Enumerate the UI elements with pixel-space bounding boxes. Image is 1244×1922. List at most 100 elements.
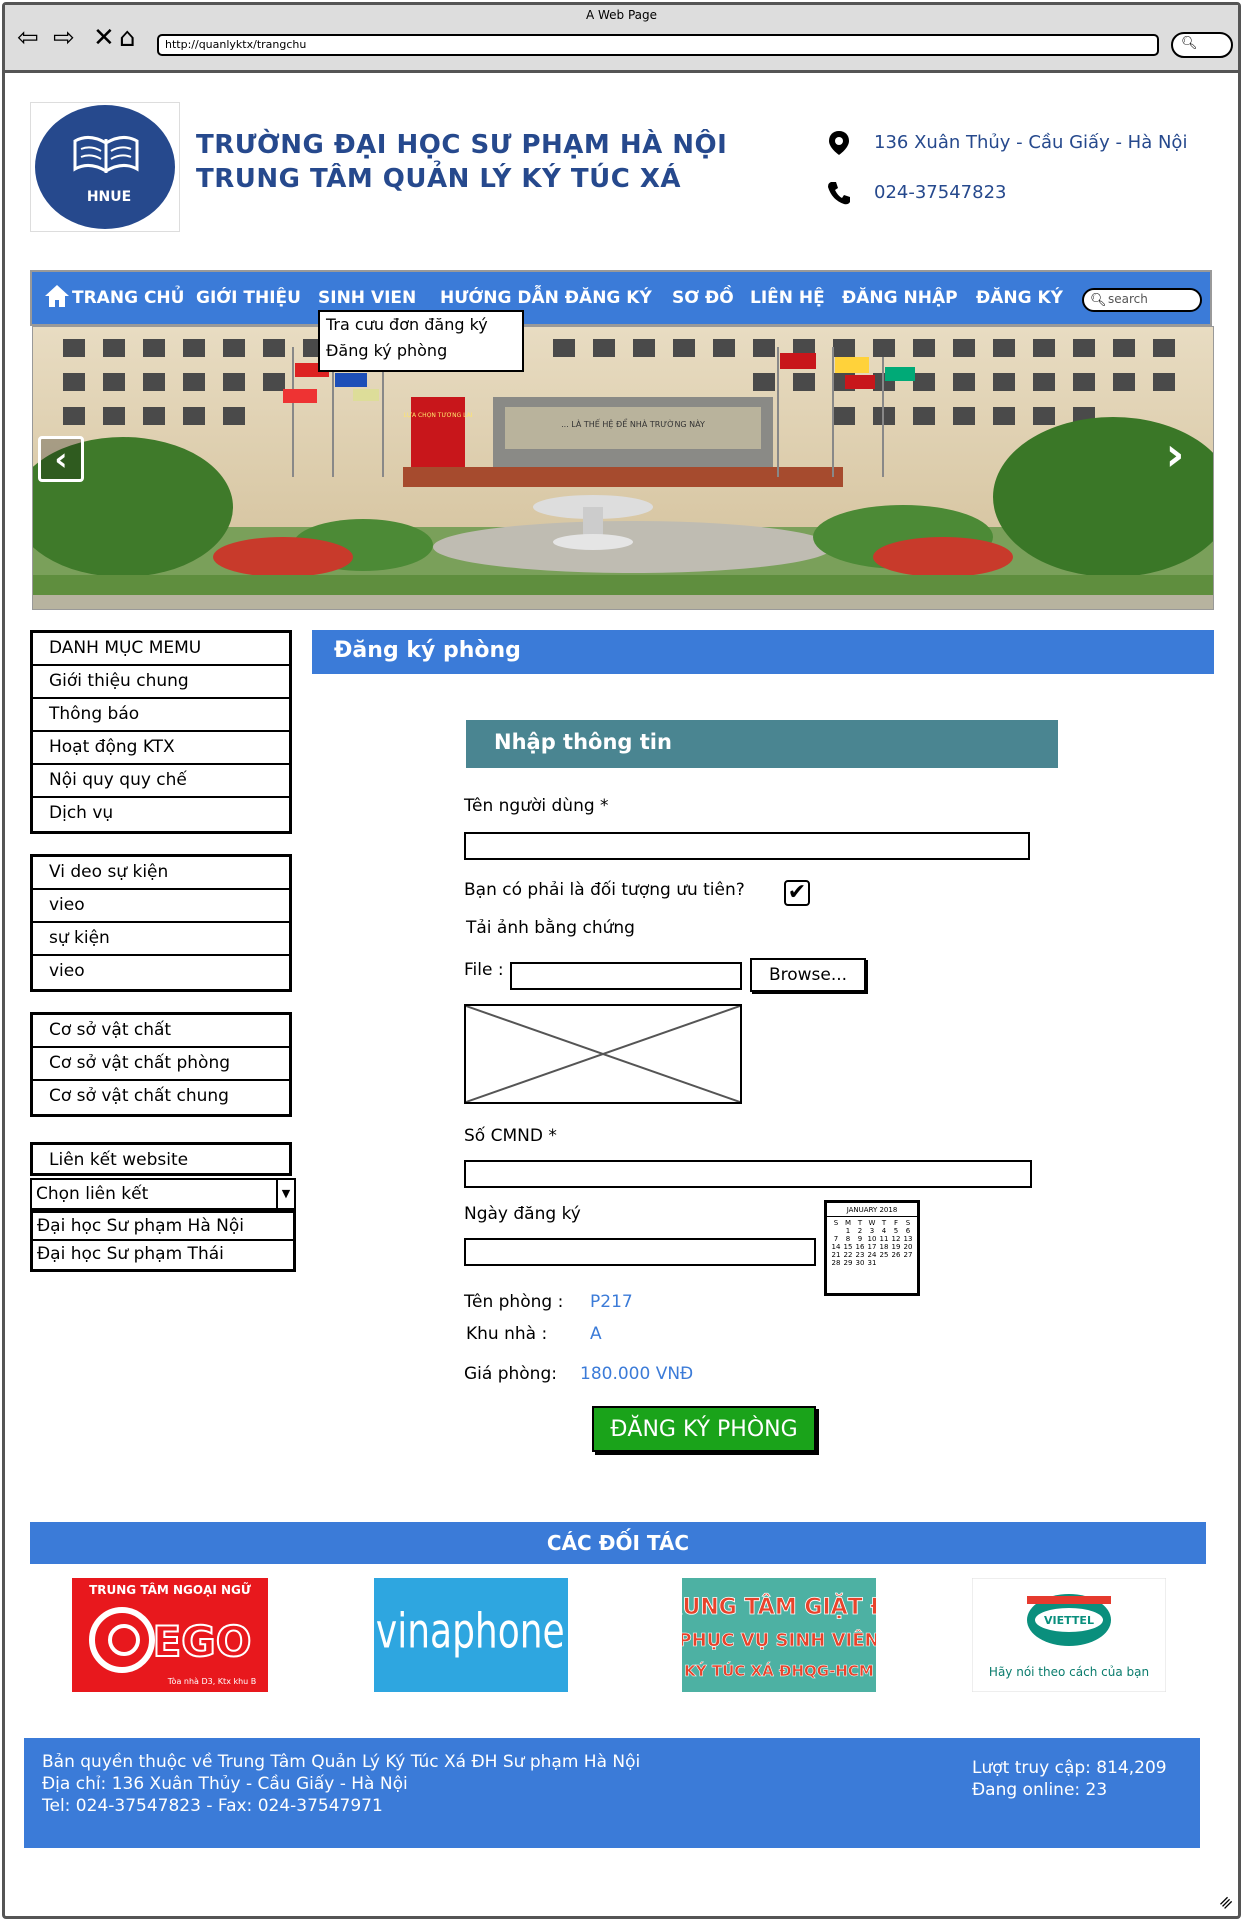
calendar-date[interactable]: 4 xyxy=(878,1227,890,1235)
browser-search[interactable]: 🔍︎ xyxy=(1171,32,1233,58)
forward-icon[interactable]: ⇨ xyxy=(53,25,75,51)
viettel-name: VIETTEL xyxy=(1044,1614,1094,1627)
partner-laundry[interactable]: TRUNG TÂM GIẶT ĐỒ PHỤC VỤ SINH VIÊN KÝ T… xyxy=(682,1578,876,1692)
footer-online: Đang online: 23 xyxy=(972,1780,1108,1800)
calendar-weekday: W xyxy=(868,1219,876,1227)
cmnd-input[interactable] xyxy=(464,1160,1032,1188)
menu-item-hoat-dong[interactable]: Hoạt động KTX xyxy=(33,732,289,765)
center-name: TRUNG TÂM QUẢN LÝ KÝ TÚC XÁ xyxy=(196,164,682,194)
calendar-date[interactable]: 25 xyxy=(878,1251,890,1259)
calendar-date[interactable]: 26 xyxy=(890,1251,902,1259)
calendar-date[interactable]: 6 xyxy=(902,1227,914,1235)
laundry-line-2: PHỤC VỤ SINH VIÊN xyxy=(682,1629,876,1651)
nav-dang-nhap[interactable]: ĐĂNG NHẬP xyxy=(842,288,958,308)
home-nav-icon[interactable] xyxy=(44,284,70,308)
calendar-date[interactable]: 10 xyxy=(866,1235,878,1243)
link-select-value: Chọn liên kết xyxy=(36,1184,149,1204)
nav-trang-chu[interactable]: TRANG CHỦ xyxy=(72,288,184,308)
date-input[interactable] xyxy=(464,1238,816,1266)
menu-facility-common[interactable]: Cơ sở vật chất chung xyxy=(33,1081,289,1114)
calendar-date[interactable]: 27 xyxy=(902,1251,914,1259)
calendar-date[interactable]: 8 xyxy=(842,1235,854,1243)
image-placeholder-icon xyxy=(465,1005,741,1103)
date-picker-calendar[interactable]: JANUARY 2018 S M T W T F S 1 2 3 4 5 6 7 8 9 10 11 12 13 14 1… xyxy=(824,1200,920,1296)
ego-logo: TRUNG TÂM NGOẠI NGỮ EGO Tòa nhà D3, Ktx … xyxy=(72,1578,268,1692)
menu-item-thong-bao[interactable]: Thông báo xyxy=(33,699,289,732)
chevron-down-icon[interactable]: ▼ xyxy=(276,1180,294,1208)
calendar-date[interactable]: 22 xyxy=(842,1251,854,1259)
calendar-date[interactable]: 16 xyxy=(854,1243,866,1251)
calendar-date[interactable]: 2 xyxy=(854,1227,866,1235)
search-icon: 🔍︎ xyxy=(1090,293,1107,308)
calendar-date[interactable]: 7 xyxy=(830,1235,842,1243)
partner-vinaphone[interactable]: vinaphone xyxy=(374,1578,568,1692)
calendar-date[interactable]: 3 xyxy=(866,1227,878,1235)
nav-huong-dan-dang-ky[interactable]: HƯỚNG DẪN ĐĂNG KÝ xyxy=(440,288,652,308)
partner-viettel[interactable]: VIETTEL Hãy nói theo cách của bạn xyxy=(972,1578,1166,1692)
priority-checkbox[interactable]: ✔ xyxy=(784,880,810,906)
calendar-date[interactable]: 29 xyxy=(842,1259,854,1267)
register-room-button[interactable]: ĐĂNG KÝ PHÒNG xyxy=(592,1406,816,1452)
slider-next-button[interactable]: › xyxy=(1152,431,1198,478)
home-icon[interactable]: ⌂ xyxy=(119,25,136,51)
menu-video: Vi deo sự kiện vieo sự kiện vieo xyxy=(30,854,292,992)
viettel-logo: VIETTEL Hãy nói theo cách của bạn xyxy=(972,1578,1166,1692)
calendar-date[interactable]: 13 xyxy=(902,1235,914,1243)
calendar-grid[interactable]: S M T W T F S 1 2 3 4 5 6 7 8 9 10 11 12 13 14 15 16 17 18 19 20 21… xyxy=(827,1217,917,1269)
username-input[interactable] xyxy=(464,832,1030,860)
dropdown-item-tra-cuu[interactable]: Tra cưu đơn đăng ký xyxy=(320,312,522,338)
calendar-date[interactable]: 15 xyxy=(842,1243,854,1251)
nav-search-input[interactable]: 🔍︎ search xyxy=(1082,288,1202,312)
calendar-date[interactable]: 14 xyxy=(830,1243,842,1251)
slider-prev-button[interactable]: ‹ xyxy=(38,436,84,482)
calendar-date[interactable]: 31 xyxy=(866,1259,878,1267)
link-select[interactable]: Chọn liên kết ▼ xyxy=(30,1178,296,1210)
form-title: Nhập thông tin xyxy=(466,720,1058,768)
upload-label: Tải ảnh bằng chứng xyxy=(466,918,635,938)
file-input[interactable] xyxy=(510,962,742,990)
back-icon[interactable]: ⇦ xyxy=(17,25,39,51)
calendar-date[interactable]: 9 xyxy=(854,1235,866,1243)
calendar-date[interactable]: 5 xyxy=(890,1227,902,1235)
menu-video-item[interactable]: vieo xyxy=(33,890,289,923)
calendar-weekday: S xyxy=(905,1219,911,1227)
calendar-date[interactable]: 11 xyxy=(878,1235,890,1243)
resize-grip-icon[interactable]: ≡ xyxy=(1214,1891,1237,1914)
footer: Bản quyền thuộc về Trung Tâm Quản Lý Ký … xyxy=(24,1738,1200,1848)
menu-facility-room[interactable]: Cơ sở vật chất phòng xyxy=(33,1048,289,1081)
menu-item-gioi-thieu[interactable]: Giới thiệu chung xyxy=(33,666,289,699)
room-name-label: Tên phòng : xyxy=(464,1292,564,1312)
link-option-hnue[interactable]: Đại học Sư phạm Hà Nội xyxy=(33,1213,293,1241)
calendar-date[interactable]: 24 xyxy=(866,1251,878,1259)
nav-sinh-vien[interactable]: SINH VIEN xyxy=(318,288,416,308)
partner-ego[interactable]: TRUNG TÂM NGOẠI NGỮ EGO Tòa nhà D3, Ktx … xyxy=(72,1578,268,1692)
dropdown-item-dang-ky-phong[interactable]: Đăng ký phòng xyxy=(320,338,522,364)
nav-dang-ky[interactable]: ĐĂNG KÝ xyxy=(976,288,1063,308)
calendar-date[interactable]: 19 xyxy=(890,1243,902,1251)
logo-disc: HNUE xyxy=(35,105,175,229)
url-bar[interactable]: http://quanlyktx/trangchu xyxy=(157,34,1159,56)
menu-event-item[interactable]: sự kiện xyxy=(33,923,289,956)
link-option-thai[interactable]: Đại học Sư phạm Thái xyxy=(33,1241,293,1269)
menu-item-dich-vu[interactable]: Dịch vụ xyxy=(33,798,289,831)
nav-gioi-thieu[interactable]: GIỚI THIỆU xyxy=(196,288,301,308)
calendar-date[interactable]: 18 xyxy=(878,1243,890,1251)
footer-visits: Lượt truy cập: 814,209 xyxy=(972,1758,1167,1778)
calendar-date[interactable]: 23 xyxy=(854,1251,866,1259)
close-icon[interactable]: ✕ xyxy=(93,25,115,51)
calendar-date[interactable]: 28 xyxy=(830,1259,842,1267)
calendar-date[interactable]: 12 xyxy=(890,1235,902,1243)
footer-address: Địa chỉ: 136 Xuân Thủy - Cầu Giấy - Hà N… xyxy=(42,1774,408,1794)
menu-item-noi-quy[interactable]: Nội quy quy chế xyxy=(33,765,289,798)
browse-button[interactable]: Browse... xyxy=(750,958,866,992)
calendar-date[interactable]: 1 xyxy=(842,1227,854,1235)
calendar-date[interactable]: 21 xyxy=(830,1251,842,1259)
nav-lien-he[interactable]: LIÊN HỆ xyxy=(750,288,825,308)
nav-so-do[interactable]: SƠ ĐỒ xyxy=(672,288,734,308)
logo-abbr: HNUE xyxy=(86,189,132,205)
menu-video-item[interactable]: vieo xyxy=(33,956,289,989)
calendar-date[interactable]: 20 xyxy=(902,1243,914,1251)
calendar-date[interactable]: 30 xyxy=(854,1259,866,1267)
main-nav: TRANG CHỦ GIỚI THIỆU SINH VIEN HƯỚNG DẪN… xyxy=(30,270,1212,326)
calendar-date[interactable]: 17 xyxy=(866,1243,878,1251)
